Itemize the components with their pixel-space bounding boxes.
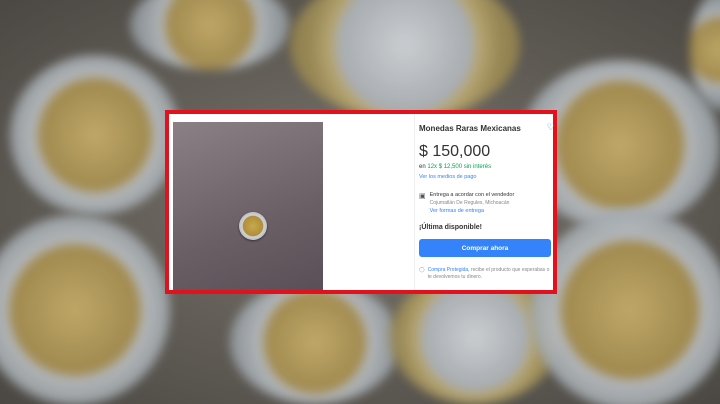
payment-methods-link[interactable]: Ver los medios de pago — [419, 174, 553, 180]
product-photo[interactable] — [173, 122, 323, 290]
protection-link[interactable]: Compra Protegida, — [428, 267, 470, 273]
listing-info: Monedas Raras Mexicanas ♡ $ 150,000 en 1… — [419, 122, 555, 281]
divider — [414, 114, 415, 290]
delivery-info: ▣ Entrega a acordar con el vendedor Coju… — [419, 192, 553, 214]
blurred-coin — [130, 0, 290, 70]
blurred-coin — [530, 210, 720, 404]
blurred-coin — [0, 215, 170, 404]
listing-price: $ 150,000 — [419, 143, 491, 160]
purchase-protection: ◯ Compra Protegida, recibe el producto q… — [419, 267, 553, 281]
coin-image — [239, 212, 267, 240]
blurred-coin — [230, 280, 400, 404]
blurred-coin — [290, 0, 520, 120]
buy-now-button[interactable]: Comprar ahora — [419, 239, 551, 257]
shipping-methods-link[interactable]: Ver formas de entrega — [430, 208, 515, 214]
listing-card: Monedas Raras Mexicanas ♡ $ 150,000 en 1… — [165, 110, 557, 294]
installments: en 12x $ 12,500 sin interés — [419, 164, 553, 170]
truck-icon: ▣ — [419, 193, 426, 200]
delivery-location: Cojumatlán De Regules, Michoacán — [429, 200, 510, 206]
stock-label: ¡Última disponible! — [419, 224, 482, 231]
shield-icon: ◯ — [419, 267, 425, 273]
blurred-coin — [10, 55, 180, 215]
heart-icon[interactable]: ♡ — [547, 122, 555, 133]
listing-title: Monedas Raras Mexicanas — [419, 124, 521, 133]
delivery-text: Entrega a acordar con el vendedor — [429, 192, 515, 198]
installments-value: 12x $ 12,500 sin interés — [427, 164, 492, 170]
installments-prefix: en — [419, 164, 426, 170]
